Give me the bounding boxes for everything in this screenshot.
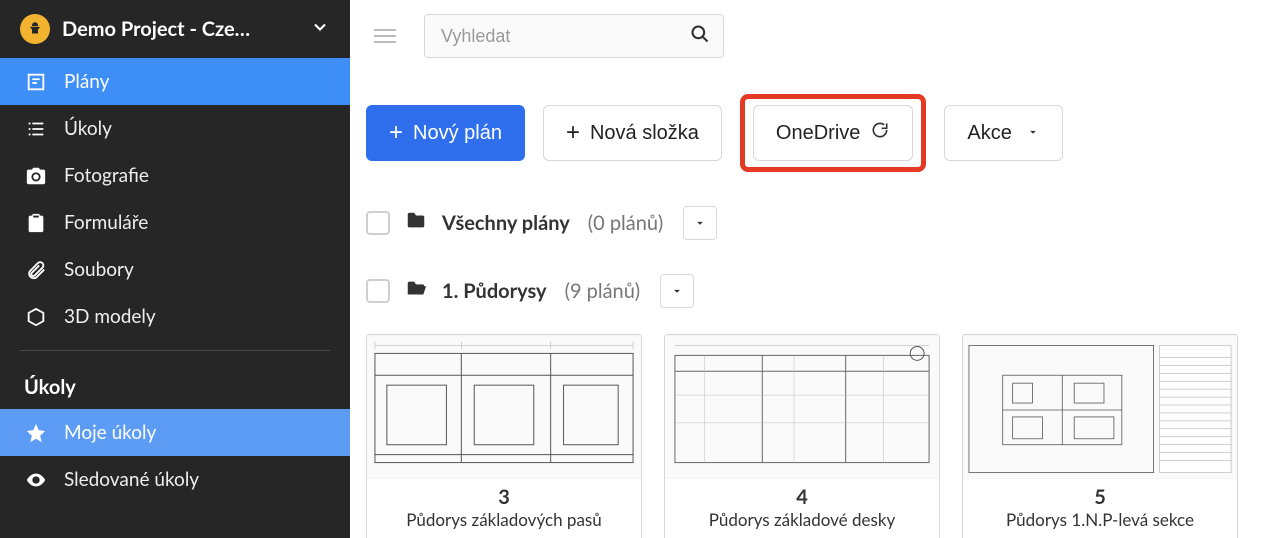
plan-thumbnail bbox=[665, 335, 939, 479]
search-input[interactable] bbox=[424, 14, 724, 58]
plan-thumbnail bbox=[367, 335, 641, 479]
nav-label: Fotografie bbox=[64, 164, 149, 187]
clipboard-icon bbox=[24, 212, 48, 234]
nav-item-forms[interactable]: Formuláře bbox=[0, 199, 350, 246]
app-logo-icon bbox=[20, 14, 50, 44]
folder-icon bbox=[404, 210, 428, 236]
project-title: Demo Project - Cze… bbox=[62, 17, 298, 41]
folder-checkbox[interactable] bbox=[366, 211, 390, 235]
nav-label: Formuláře bbox=[64, 211, 148, 234]
hamburger-menu-icon[interactable] bbox=[366, 19, 404, 53]
nav-label: Sledované úkoly bbox=[64, 468, 199, 491]
plus-icon: + bbox=[389, 121, 403, 145]
nav-item-photos[interactable]: Fotografie bbox=[0, 152, 350, 199]
new-plan-button[interactable]: + Nový plán bbox=[366, 105, 525, 161]
plan-name: Půdorys základových pasů bbox=[375, 509, 633, 530]
chevron-down-icon bbox=[310, 17, 330, 41]
highlight-annotation: OneDrive bbox=[740, 94, 926, 172]
plan-cards: 3 Půdorys základových pasů bbox=[366, 334, 1252, 538]
camera-icon bbox=[24, 165, 48, 187]
folder-dropdown-button[interactable] bbox=[660, 274, 694, 308]
sidebar-section-label: Úkoly bbox=[0, 361, 350, 409]
plan-number: 4 bbox=[673, 485, 931, 509]
nav-item-tasks[interactable]: Úkoly bbox=[0, 105, 350, 152]
plan-name: Půdorys 1.N.P-levá sekce bbox=[971, 509, 1229, 530]
main-content: + Nový plán + Nová složka OneDrive Akce bbox=[350, 0, 1276, 538]
plan-name: Půdorys základové desky bbox=[673, 509, 931, 530]
plan-thumbnail bbox=[963, 335, 1237, 479]
plan-number: 5 bbox=[971, 485, 1229, 509]
star-icon bbox=[24, 422, 48, 444]
nav-label: Soubory bbox=[64, 258, 134, 281]
sync-icon bbox=[870, 120, 890, 146]
folder-row-floorplans: 1. Půdorysy (9 plánů) bbox=[366, 274, 1252, 308]
topbar bbox=[366, 14, 1252, 58]
button-label: OneDrive bbox=[776, 122, 860, 145]
folder-dropdown-button[interactable] bbox=[683, 206, 717, 240]
nav-label: 3D modely bbox=[64, 305, 156, 328]
plan-card[interactable]: 3 Půdorys základových pasů bbox=[366, 334, 642, 538]
button-label: Nový plán bbox=[413, 122, 502, 145]
list-icon bbox=[24, 118, 48, 140]
main-nav: Plány Úkoly Fotografie Formuláře Soubory bbox=[0, 58, 350, 340]
eye-icon bbox=[24, 469, 48, 491]
subnav-item-my-tasks[interactable]: Moje úkoly bbox=[0, 409, 350, 456]
nav-label: Plány bbox=[64, 70, 109, 93]
new-folder-button[interactable]: + Nová složka bbox=[543, 105, 722, 161]
folder-open-icon bbox=[404, 278, 428, 304]
folder-checkbox[interactable] bbox=[366, 279, 390, 303]
cube-icon bbox=[24, 306, 48, 328]
nav-item-3dmodels[interactable]: 3D modely bbox=[0, 293, 350, 340]
caret-down-icon bbox=[1026, 122, 1040, 145]
nav-label: Moje úkoly bbox=[64, 421, 156, 444]
subnav-item-watched-tasks[interactable]: Sledované úkoly bbox=[0, 456, 350, 503]
folder-name[interactable]: 1. Půdorysy bbox=[442, 279, 547, 303]
folder-name[interactable]: Všechny plány bbox=[442, 211, 570, 235]
button-label: Akce bbox=[967, 122, 1011, 145]
plan-card[interactable]: 5 Půdorys 1.N.P-levá sekce bbox=[962, 334, 1238, 538]
toolbar: + Nový plán + Nová složka OneDrive Akce bbox=[366, 94, 1252, 172]
nav-label: Úkoly bbox=[64, 117, 112, 140]
sidebar-divider bbox=[20, 350, 330, 351]
search-icon bbox=[690, 24, 710, 48]
actions-button[interactable]: Akce bbox=[944, 105, 1062, 161]
plus-icon: + bbox=[566, 121, 580, 145]
paperclip-icon bbox=[24, 259, 48, 281]
plan-number: 3 bbox=[375, 485, 633, 509]
button-label: Nová složka bbox=[590, 122, 699, 145]
search-box bbox=[424, 14, 724, 58]
sub-nav: Moje úkoly Sledované úkoly bbox=[0, 409, 350, 503]
plan-card[interactable]: 4 Půdorys základové desky bbox=[664, 334, 940, 538]
blueprint-icon bbox=[24, 71, 48, 93]
project-switcher[interactable]: Demo Project - Cze… bbox=[0, 0, 350, 58]
folder-row-all-plans: Všechny plány (0 plánů) bbox=[366, 206, 1252, 240]
folder-count: (9 plánů) bbox=[565, 279, 640, 303]
folder-count: (0 plánů) bbox=[588, 211, 663, 235]
nav-item-files[interactable]: Soubory bbox=[0, 246, 350, 293]
sidebar: Demo Project - Cze… Plány Úkoly Fotograf… bbox=[0, 0, 350, 538]
nav-item-plans[interactable]: Plány bbox=[0, 58, 350, 105]
onedrive-button[interactable]: OneDrive bbox=[753, 105, 913, 161]
